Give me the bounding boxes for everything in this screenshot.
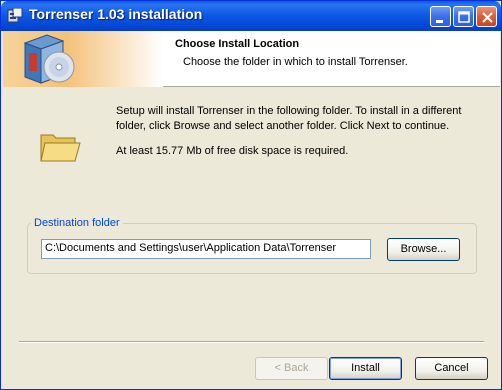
back-button[interactable]: < Back — [255, 357, 328, 380]
maximize-button[interactable] — [453, 6, 474, 27]
destination-path-input[interactable]: C:\Documents and Settings\user\Applicati… — [41, 239, 371, 259]
title-bar[interactable]: Torrenser 1.03 installation — [1, 1, 501, 31]
installer-app-icon — [7, 8, 23, 23]
destination-folder-label: Destination folder — [31, 217, 123, 229]
footer-separator — [19, 341, 484, 343]
browse-button[interactable]: Browse... — [387, 238, 460, 261]
page-header: Choose Install Location Choose the folde… — [3, 31, 500, 87]
close-icon — [482, 12, 493, 23]
header-title: Choose Install Location — [175, 38, 300, 50]
installer-window: Torrenser 1.03 installation Choose Insta… — [0, 0, 502, 390]
minimize-icon — [436, 20, 443, 23]
software-box-icon — [23, 34, 75, 84]
header-subtitle: Choose the folder in which to install To… — [183, 56, 408, 68]
install-button[interactable]: Install — [329, 357, 402, 380]
close-button[interactable] — [476, 6, 497, 27]
folder-icon — [40, 134, 81, 162]
disk-space-note: At least 15.77 Mb of free disk space is … — [116, 145, 349, 157]
minimize-button[interactable] — [430, 6, 451, 27]
window-title: Torrenser 1.03 installation — [29, 6, 203, 22]
maximize-icon — [458, 11, 470, 23]
install-description: Setup will install Torrenser in the foll… — [116, 105, 462, 132]
cancel-button[interactable]: Cancel — [415, 357, 488, 380]
